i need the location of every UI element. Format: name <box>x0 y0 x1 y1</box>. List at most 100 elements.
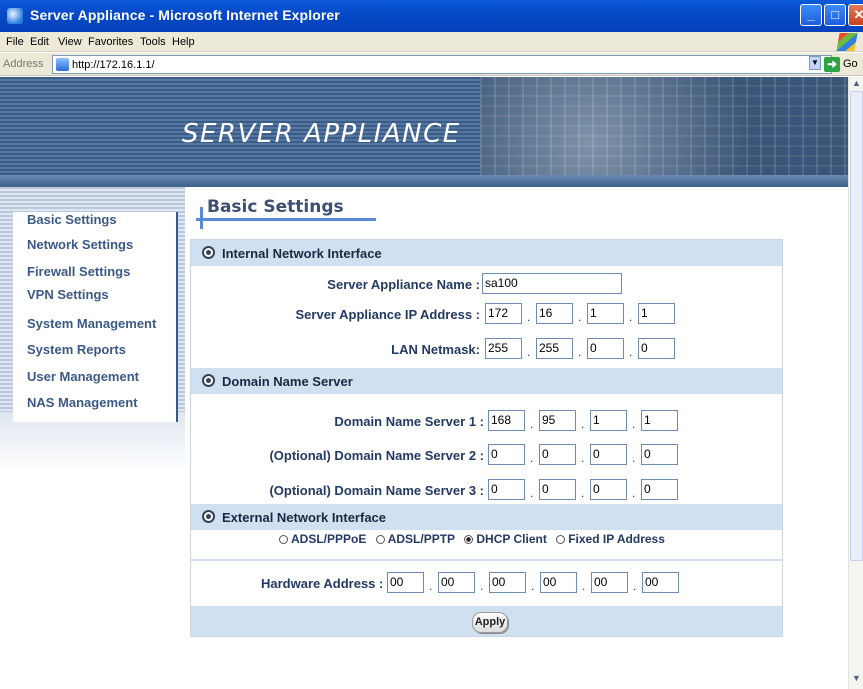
menu-file[interactable]: File <box>6 36 24 48</box>
ie-window-icon <box>7 8 23 24</box>
address-label: Address <box>3 58 44 70</box>
sidebar-item-system-reports[interactable]: System Reports <box>27 342 126 357</box>
mac-octet-6[interactable]: 00 <box>642 572 679 593</box>
internal-network-section: Internal Network Interface <box>191 240 782 266</box>
banner-sweep <box>0 175 848 187</box>
ip-dot: . <box>530 486 534 500</box>
external-network-title: External Network Interface <box>222 510 387 525</box>
mac-dot: . <box>582 579 586 593</box>
window-title-bar[interactable]: Server Appliance - Microsoft Internet Ex… <box>0 0 863 32</box>
netmask-octet-2[interactable]: 255 <box>536 338 573 359</box>
appliance-name-input[interactable]: sa100 <box>482 273 622 294</box>
dns1-octet-1[interactable]: 168 <box>488 410 525 431</box>
windows-flag-icon <box>836 33 858 51</box>
dns-title: Domain Name Server <box>222 374 353 389</box>
ip-dot: . <box>530 417 534 431</box>
appliance-ip-octet-4[interactable]: 1 <box>638 303 675 324</box>
dns3-octet-3[interactable]: 0 <box>590 479 627 500</box>
scroll-thumb[interactable] <box>850 91 863 561</box>
scroll-up-icon[interactable]: ▲ <box>850 78 863 92</box>
mac-dot: . <box>531 579 535 593</box>
ip-dot: . <box>578 310 582 324</box>
wan-type-radio-group: ADSL/PPPoE ADSL/PPTP DHCP Client Fixed I… <box>279 532 759 552</box>
mac-dot: . <box>429 579 433 593</box>
ip-dot: . <box>581 486 585 500</box>
sidebar-item-user-management[interactable]: User Management <box>27 369 139 384</box>
ip-dot: . <box>632 451 636 465</box>
ip-dot: . <box>581 417 585 431</box>
radio-icon <box>279 535 288 544</box>
sidebar-item-firewall-settings[interactable]: Firewall Settings <box>27 264 130 279</box>
sidebar-item-basic-settings[interactable]: Basic Settings <box>27 212 117 227</box>
banner-title: SERVER APPLIANCE <box>182 119 461 149</box>
go-button[interactable]: Go <box>843 58 858 70</box>
scroll-down-icon[interactable]: ▼ <box>850 673 863 687</box>
address-input[interactable]: http://172.16.1.1/ <box>52 55 832 74</box>
menu-bar: File Edit View Favorites Tools Help <box>0 32 863 52</box>
menu-help[interactable]: Help <box>172 36 195 48</box>
lan-netmask-label: LAN Netmask: <box>391 342 480 357</box>
radio-adsl-pppoe[interactable]: ADSL/PPPoE <box>279 532 366 546</box>
page-title: Basic Settings <box>207 197 344 217</box>
address-dropdown-icon[interactable]: ▼ <box>809 56 821 70</box>
appliance-name-label: Server Appliance Name : <box>327 277 480 292</box>
menu-view[interactable]: View <box>58 36 82 48</box>
radio-icon <box>375 535 385 544</box>
circuit-board-image <box>480 77 848 187</box>
ip-dot: . <box>581 451 585 465</box>
close-button[interactable]: ✕ <box>848 4 863 26</box>
section-divider <box>191 559 782 561</box>
mac-dot: . <box>480 579 484 593</box>
netmask-octet-1[interactable]: 255 <box>485 338 522 359</box>
dns2-octet-2[interactable]: 0 <box>539 444 576 465</box>
minimize-button[interactable]: _ <box>800 4 822 26</box>
dns3-octet-1[interactable]: 0 <box>488 479 525 500</box>
netmask-octet-3[interactable]: 0 <box>587 338 624 359</box>
dns2-octet-1[interactable]: 0 <box>488 444 525 465</box>
appliance-ip-octet-1[interactable]: 172 <box>485 303 522 324</box>
appliance-ip-label: Server Appliance IP Address : <box>295 307 480 322</box>
sidebar-item-vpn-settings[interactable]: VPN Settings <box>27 287 109 302</box>
vertical-scrollbar[interactable]: ▲ ▼ <box>848 77 863 689</box>
go-arrow-icon[interactable]: ➜ <box>824 57 840 72</box>
dns1-octet-3[interactable]: 1 <box>590 410 627 431</box>
page-icon <box>56 58 69 71</box>
ip-dot: . <box>527 345 531 359</box>
mac-octet-5[interactable]: 00 <box>591 572 628 593</box>
dns2-octet-4[interactable]: 0 <box>641 444 678 465</box>
mac-octet-4[interactable]: 00 <box>540 572 577 593</box>
dns1-label: Domain Name Server 1 : <box>334 414 484 429</box>
internal-network-title: Internal Network Interface <box>222 246 382 261</box>
sidebar-item-nas-management[interactable]: NAS Management <box>27 395 138 410</box>
menu-edit[interactable]: Edit <box>30 36 49 48</box>
dns3-octet-2[interactable]: 0 <box>539 479 576 500</box>
mac-octet-3[interactable]: 00 <box>489 572 526 593</box>
external-network-section: External Network Interface <box>191 504 782 530</box>
appliance-ip-octet-3[interactable]: 1 <box>587 303 624 324</box>
mac-dot: . <box>633 579 637 593</box>
sidebar-nav: Basic Settings Network Settings Firewall… <box>13 212 178 422</box>
ip-dot: . <box>629 345 633 359</box>
appliance-ip-octet-2[interactable]: 16 <box>536 303 573 324</box>
radio-adsl-pptp[interactable]: ADSL/PPTP <box>375 532 455 546</box>
dns1-octet-4[interactable]: 1 <box>641 410 678 431</box>
dns3-octet-4[interactable]: 0 <box>641 479 678 500</box>
banner: SERVER APPLIANCE <box>0 77 848 187</box>
dns1-octet-2[interactable]: 95 <box>539 410 576 431</box>
menu-favorites[interactable]: Favorites <box>88 36 133 48</box>
radio-dhcp-client[interactable]: DHCP Client <box>464 532 547 546</box>
sidebar-item-system-management[interactable]: System Management <box>27 316 156 331</box>
radio-fixed-ip[interactable]: Fixed IP Address <box>556 532 665 546</box>
ip-dot: . <box>530 451 534 465</box>
mac-octet-1[interactable]: 00 <box>387 572 424 593</box>
netmask-octet-4[interactable]: 0 <box>638 338 675 359</box>
maximize-button[interactable]: □ <box>824 4 846 26</box>
mac-octet-2[interactable]: 00 <box>438 572 475 593</box>
ip-dot: . <box>629 310 633 324</box>
ip-dot: . <box>632 417 636 431</box>
section-bullet-icon <box>202 374 215 387</box>
dns2-octet-3[interactable]: 0 <box>590 444 627 465</box>
apply-button[interactable]: Apply <box>472 612 508 633</box>
menu-tools[interactable]: Tools <box>140 36 166 48</box>
sidebar-item-network-settings[interactable]: Network Settings <box>27 237 133 252</box>
